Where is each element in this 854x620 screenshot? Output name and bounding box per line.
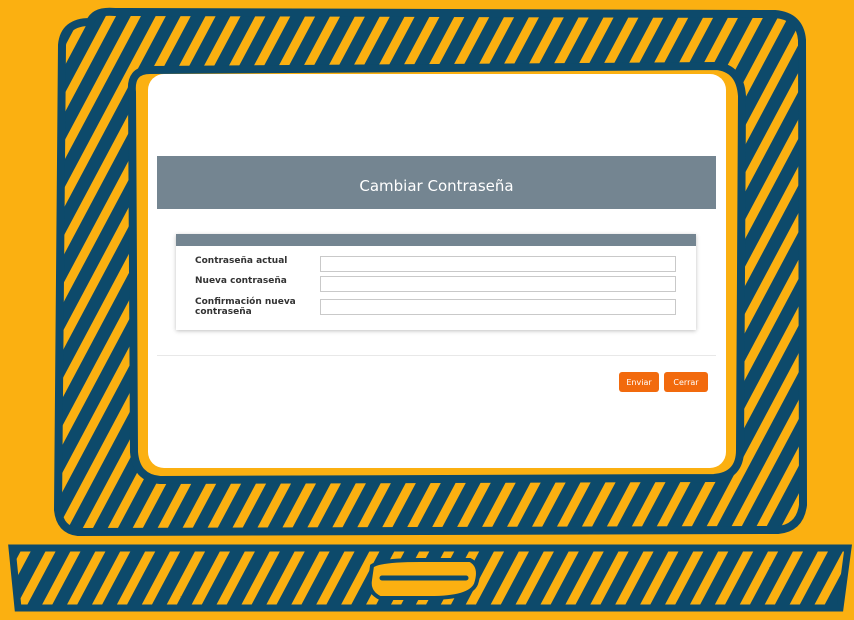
confirm-password-label: Confirmación nueva contraseña: [195, 297, 296, 317]
password-form: Contraseña actual Nueva contraseña Confi…: [176, 234, 696, 330]
footer-divider: [157, 355, 716, 356]
submit-button[interactable]: Enviar: [619, 372, 659, 392]
confirm-password-input[interactable]: [320, 299, 676, 315]
dialog-title-bar: Cambiar Contraseña: [157, 156, 716, 209]
form-header-bar: [176, 234, 696, 246]
new-password-input[interactable]: [320, 276, 676, 292]
dialog-title: Cambiar Contraseña: [359, 176, 514, 195]
new-password-label: Nueva contraseña: [195, 276, 287, 286]
app-window: Cambiar Contraseña Contraseña actual Nue…: [148, 74, 726, 468]
close-button[interactable]: Cerrar: [664, 372, 708, 392]
current-password-input[interactable]: [320, 256, 676, 272]
current-password-label: Contraseña actual: [195, 256, 288, 266]
